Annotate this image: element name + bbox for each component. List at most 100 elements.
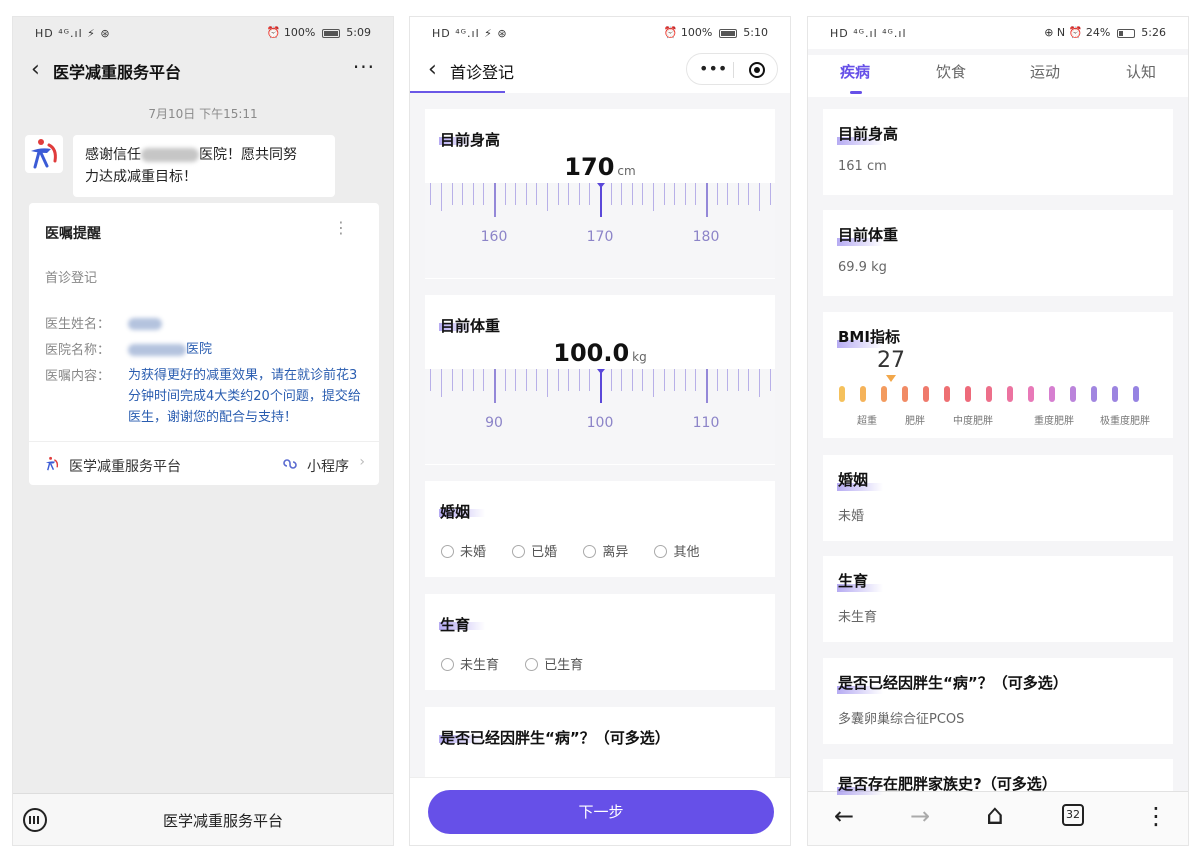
redacted-hospital-name [141, 148, 199, 162]
ruler-current-tick [600, 183, 602, 217]
tab-disease[interactable]: 疾病 [840, 61, 870, 82]
chat-header: ‹ 医学减重服务平台 ··· [13, 49, 393, 89]
next-step-button[interactable]: 下一步 [428, 790, 774, 834]
battery-percent: 100% [283, 26, 316, 39]
message-bubble[interactable]: 感谢信任 医院！愿共同努 力达成减重目标！ [73, 135, 335, 197]
status-right: ⏰ 100% 5:09 [267, 26, 371, 39]
platform-logo-icon [45, 456, 59, 471]
header-underline [410, 91, 505, 93]
weight-title: 目前体重 [440, 317, 501, 335]
marriage-info-card: 婚姻 未婚 [823, 455, 1173, 541]
bmi-label-obese: 肥胖 [905, 416, 925, 427]
marriage-option-2[interactable]: 离异 [583, 541, 628, 560]
height-title: 目前身高 [838, 125, 899, 143]
height-ruler[interactable]: 160 170 180 [425, 183, 775, 278]
hospital-suffix: 医院 [186, 342, 213, 357]
marriage-option-1[interactable]: 已婚 [512, 541, 557, 560]
fertility-option-1[interactable]: 已生育 [525, 654, 583, 673]
back-arrow-icon[interactable]: ← [834, 802, 854, 830]
alarm-icon: ⏰ [663, 26, 678, 39]
weight-ruler[interactable]: 90 100 110 [425, 369, 775, 464]
ruler-tick [737, 369, 739, 391]
ruler-tick [578, 369, 580, 391]
more-dots-icon[interactable]: ••• [699, 59, 727, 78]
tab-cognition[interactable]: 认知 [1126, 61, 1156, 82]
bmi-label-extreme: 极重度肥胖 [1100, 416, 1150, 427]
fertility-option-0[interactable]: 未生育 [441, 654, 499, 673]
fertility-value: 未生育 [838, 610, 878, 625]
bmi-segment [902, 386, 908, 402]
close-target-icon[interactable] [749, 62, 765, 78]
marriage-value: 未婚 [838, 509, 865, 524]
ruler-tick [653, 183, 654, 211]
ruler-tick [441, 183, 442, 211]
bmi-segment [1007, 386, 1013, 402]
bottom-action-bar: 下一步 [410, 777, 790, 845]
card-subtitle: 首诊登记 [45, 271, 98, 286]
ruler-label: 90 [485, 415, 503, 431]
ruler-tick [748, 369, 750, 391]
ruler-tick [706, 183, 708, 217]
advice-content: 为获得更好的减重效果，请在就诊前花3分钟时间完成4大类约20个问题，提交给医生，… [128, 368, 361, 425]
back-arrow-icon[interactable]: ‹ [31, 57, 40, 82]
mini-program-footer[interactable]: 医学减重服务平台 小程序 › [29, 441, 379, 485]
option-label: 未婚 [460, 545, 487, 560]
tab-exercise[interactable]: 运动 [1030, 61, 1060, 82]
ruler-label: 160 [480, 229, 508, 245]
chat-title: 医学减重服务平台 [53, 63, 182, 82]
bottom-menu-title[interactable]: 医学减重服务平台 [163, 810, 283, 831]
back-arrow-icon[interactable]: ‹ [428, 57, 437, 82]
avatar[interactable] [25, 135, 63, 173]
ruler-tick [695, 369, 697, 391]
disease-title: 是否已经因胖生“病”？（可多选） [440, 729, 670, 747]
alarm-icon: ⏰ [266, 26, 281, 39]
disease-card: 是否已经因胖生“病”？（可多选） [425, 707, 775, 787]
weight-card: 目前体重 100.0 kg 90 100 110 [425, 295, 775, 465]
bmi-segment [986, 386, 992, 402]
ruler-tick [674, 183, 676, 205]
bmi-segment [1070, 386, 1076, 402]
ruler-tick [748, 183, 750, 205]
tab-count-icon[interactable]: 32 [1062, 804, 1084, 826]
doctor-name-label: 医生姓名： [45, 317, 111, 332]
marriage-option-0[interactable]: 未婚 [441, 541, 486, 560]
mini-program-name: 医学减重服务平台 [69, 459, 181, 475]
ruler-tick [536, 369, 538, 391]
ruler-tick [684, 369, 686, 391]
ruler-tick [642, 369, 644, 391]
browser-bottom-bar: ← → ⌂ 32 ⋮ [808, 791, 1188, 845]
ruler-tick [642, 183, 644, 205]
family-history-title: 是否存在肥胖家族史?（可多选） [838, 775, 1057, 793]
ruler-tick [631, 369, 633, 391]
disease-title: 是否已经因胖生“病”？（可多选） [838, 674, 1068, 692]
ruler-tick [494, 369, 496, 403]
doctor-reminder-card[interactable]: 医嘱提醒 ⋮ 首诊登记 医生姓名： 医院名称： 医院 医嘱内容： 为获得更好的减… [29, 203, 379, 485]
ruler-tick [557, 183, 559, 205]
keyboard-icon[interactable] [23, 808, 47, 832]
home-icon[interactable]: ⌂ [986, 798, 1004, 831]
ruler-label: 100 [586, 415, 614, 431]
marriage-option-3[interactable]: 其他 [654, 541, 699, 560]
radio-circle [441, 658, 454, 671]
forward-arrow-icon[interactable]: → [910, 802, 930, 830]
ruler-tick [483, 183, 485, 205]
tab-diet[interactable]: 饮食 [936, 61, 966, 82]
bmi-card: BMI指标 27 超重 肥胖 中度肥胖 重度肥胖 极重度肥胖 [823, 312, 1173, 438]
option-label: 离异 [602, 545, 629, 560]
ruler-tick [483, 369, 485, 391]
ruler-tick [568, 183, 570, 205]
ruler-tick [430, 183, 432, 205]
fertility-options: 未生育 已生育 [441, 654, 605, 673]
menu-icon[interactable]: ⋮ [1144, 802, 1168, 830]
marriage-title: 婚姻 [440, 503, 471, 521]
card-more-icon[interactable]: ⋮ [333, 220, 349, 236]
signal-icons: HD ⁴ᴳ.ıl ⚡ ⊛ [432, 27, 508, 40]
ruler-label: 180 [692, 229, 720, 245]
redacted-hospital [128, 343, 186, 356]
ruler-tick [525, 183, 527, 205]
ruler-label: 110 [692, 415, 720, 431]
more-options-icon[interactable]: ··· [353, 55, 375, 79]
ruler-tick [769, 183, 771, 205]
ruler-tick [462, 369, 464, 391]
wechat-chat-screen: HD ⁴ᴳ.ıl ⚡ ⊛ ⏰ 100% 5:09 ‹ 医学减重服务平台 ··· … [12, 16, 394, 846]
